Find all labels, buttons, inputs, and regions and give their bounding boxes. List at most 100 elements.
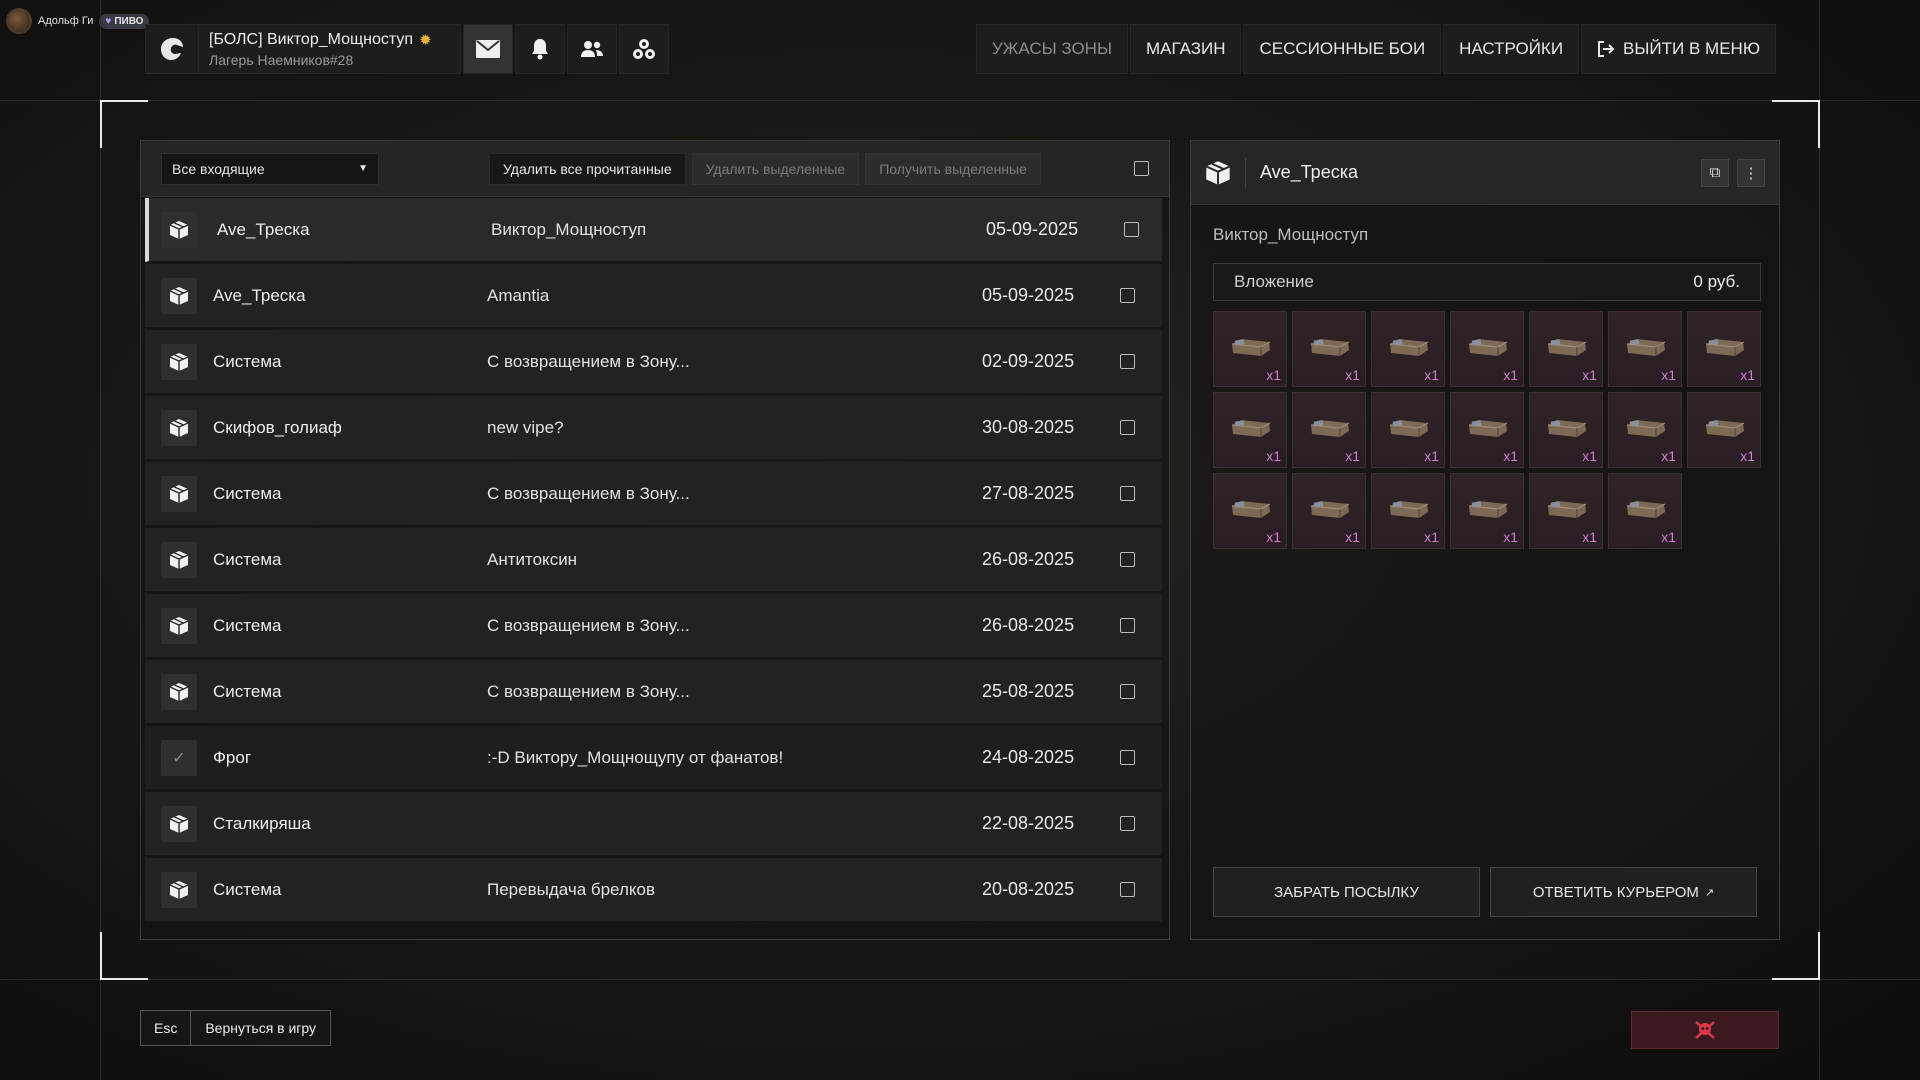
kebab-menu-icon: ⋮ xyxy=(1743,164,1759,182)
message-row[interactable]: Система С возвращением в Зону... 25-08-2… xyxy=(145,660,1162,724)
ammo-box-icon xyxy=(1310,339,1350,356)
message-row[interactable]: Сталкиряша 22-08-2025 xyxy=(145,792,1162,856)
message-checkbox[interactable] xyxy=(1120,750,1135,765)
message-date: 27-08-2025 xyxy=(982,483,1075,503)
attachment-item-slot[interactable]: x1 xyxy=(1608,473,1682,549)
attachment-item-slot[interactable]: x1 xyxy=(1687,311,1761,387)
attachment-item-slot[interactable]: x1 xyxy=(1371,473,1445,549)
attachment-item-slot[interactable]: x1 xyxy=(1292,392,1366,468)
attachment-item-slot[interactable]: x1 xyxy=(1450,392,1524,468)
attachment-item-slot[interactable]: x1 xyxy=(1292,311,1366,387)
inbox-filter-select[interactable]: Все входящие ▼ xyxy=(161,152,379,185)
item-quantity: x1 xyxy=(1345,529,1360,545)
attachment-item-slot[interactable]: x1 xyxy=(1529,392,1603,468)
attachment-item-slot[interactable]: x1 xyxy=(1608,311,1682,387)
ammo-box-icon xyxy=(1231,339,1271,356)
ammo-box-icon xyxy=(1389,339,1429,356)
take-package-button[interactable]: ЗАБРАТЬ ПОСЫЛКУ xyxy=(1213,867,1480,917)
player-name: [БОЛС] Виктор_Мощноступ xyxy=(209,31,414,48)
message-sender: Система xyxy=(213,681,282,701)
message-row[interactable]: Ave_Треска Виктор_Мощноступ 05-09-2025 xyxy=(145,198,1162,262)
message-date: 26-08-2025 xyxy=(982,549,1075,569)
attachment-item-slot[interactable]: x1 xyxy=(1529,473,1603,549)
crow-icon xyxy=(161,38,183,60)
attachment-item-slot[interactable]: x1 xyxy=(1292,473,1366,549)
more-options-button[interactable]: ⋮ xyxy=(1737,158,1765,187)
exit-label: ВЫЙТИ В МЕНЮ xyxy=(1623,39,1760,58)
nav-horrors[interactable]: УЖАСЫ ЗОНЫ xyxy=(975,24,1128,74)
message-subject: Виктор_Мощноступ xyxy=(491,219,647,239)
receive-selected-button[interactable]: Получить выделенные xyxy=(865,152,1041,185)
message-checkbox[interactable] xyxy=(1120,816,1135,831)
item-quantity: x1 xyxy=(1424,367,1439,383)
back-to-game-button[interactable]: Вернуться в игру xyxy=(191,1011,330,1045)
message-sender: Скифов_голиаф xyxy=(213,417,342,437)
select-all-checkbox[interactable] xyxy=(1134,161,1149,176)
attachment-item-slot[interactable]: x1 xyxy=(1213,473,1287,549)
message-row[interactable]: Система Перевыдача брелков 20-08-2025 xyxy=(145,858,1162,922)
reply-courier-button[interactable]: ОТВЕТИТЬ КУРЬЕРОМ ↗ xyxy=(1490,867,1757,917)
item-quantity: x1 xyxy=(1503,448,1518,464)
message-row[interactable]: Ave_Треска Amantia 05-09-2025 xyxy=(145,264,1162,328)
attachment-item-slot[interactable]: x1 xyxy=(1529,311,1603,387)
attachment-item-slot[interactable]: x1 xyxy=(1450,473,1524,549)
message-checkbox[interactable] xyxy=(1120,882,1135,897)
ammo-box-icon xyxy=(1231,420,1271,437)
message-date: 20-08-2025 xyxy=(982,879,1075,899)
danger-button[interactable] xyxy=(1631,1011,1779,1049)
attachment-item-slot[interactable]: x1 xyxy=(1371,392,1445,468)
ammo-box-icon xyxy=(1468,339,1508,356)
player-info[interactable]: [БОЛС] Виктор_Мощноступ ✹ Лагерь Наемнико… xyxy=(199,24,461,74)
nav-session-battles[interactable]: СЕССИОННЫЕ БОИ xyxy=(1243,24,1442,74)
stream-tag-label: ПИВО xyxy=(114,15,144,27)
ammo-box-icon xyxy=(1468,501,1508,518)
message-date: 24-08-2025 xyxy=(982,747,1075,767)
package-icon xyxy=(161,541,197,578)
exit-to-menu-button[interactable]: ВЫЙТИ В МЕНЮ xyxy=(1581,24,1776,74)
message-row[interactable]: Система Антитоксин 26-08-2025 xyxy=(145,528,1162,592)
message-row[interactable]: Скифов_голиаф new vipe? 30-08-2025 xyxy=(145,396,1162,460)
attachment-item-slot[interactable]: x1 xyxy=(1450,311,1524,387)
faction-logo[interactable] xyxy=(145,24,199,74)
message-checkbox[interactable] xyxy=(1124,222,1139,237)
message-checkbox[interactable] xyxy=(1120,486,1135,501)
message-detail-panel: Ave_Треска ⧉ ⋮ Виктор_Мощноступ Вложение… xyxy=(1190,140,1780,940)
message-row[interactable]: ✓ Фрог :-D Виктору_Мощнощупу от фанатов!… xyxy=(145,726,1162,790)
friends-button[interactable] xyxy=(567,24,617,74)
attachment-item-slot[interactable]: x1 xyxy=(1213,392,1287,468)
item-quantity: x1 xyxy=(1582,448,1597,464)
message-row[interactable]: Система С возвращением в Зону... 02-09-2… xyxy=(145,330,1162,394)
attachment-item-slot[interactable]: x1 xyxy=(1608,392,1682,468)
attachment-item-slot[interactable]: x1 xyxy=(1687,392,1761,468)
header-divider xyxy=(1245,157,1246,188)
groups-button[interactable] xyxy=(619,24,669,74)
message-date: 05-09-2025 xyxy=(982,285,1075,305)
open-external-button[interactable]: ⧉ xyxy=(1701,158,1729,187)
attachment-item-slot[interactable]: x1 xyxy=(1371,311,1445,387)
delete-read-button[interactable]: Удалить все прочитанные xyxy=(489,152,686,185)
back-to-game-control[interactable]: Esc Вернуться в игру xyxy=(140,1010,332,1046)
item-quantity: x1 xyxy=(1582,529,1597,545)
delete-selected-button[interactable]: Удалить выделенные xyxy=(691,152,860,185)
exit-icon xyxy=(1598,41,1615,57)
package-icon xyxy=(161,673,197,710)
message-sender: Ave_Треска xyxy=(217,219,310,239)
attachment-item-slot[interactable]: x1 xyxy=(1213,311,1287,387)
message-subject: Amantia xyxy=(487,285,550,305)
message-checkbox[interactable] xyxy=(1120,420,1135,435)
inbox-toolbar: Все входящие ▼ Удалить все прочитанные У… xyxy=(141,141,1169,197)
message-sender: Система xyxy=(213,549,282,569)
message-checkbox[interactable] xyxy=(1120,354,1135,369)
message-checkbox[interactable] xyxy=(1120,552,1135,567)
nav-settings[interactable]: НАСТРОЙКИ xyxy=(1443,24,1580,74)
mail-icon xyxy=(476,40,500,58)
esc-key[interactable]: Esc xyxy=(141,1011,192,1045)
mail-button[interactable] xyxy=(463,24,513,74)
notifications-button[interactable] xyxy=(515,24,565,74)
nav-shop[interactable]: МАГАЗИН xyxy=(1130,24,1242,74)
message-checkbox[interactable] xyxy=(1120,288,1135,303)
message-checkbox[interactable] xyxy=(1120,684,1135,699)
message-row[interactable]: Система С возвращением в Зону... 27-08-2… xyxy=(145,462,1162,526)
message-checkbox[interactable] xyxy=(1120,618,1135,633)
message-row[interactable]: Система С возвращением в Зону... 26-08-2… xyxy=(145,594,1162,658)
